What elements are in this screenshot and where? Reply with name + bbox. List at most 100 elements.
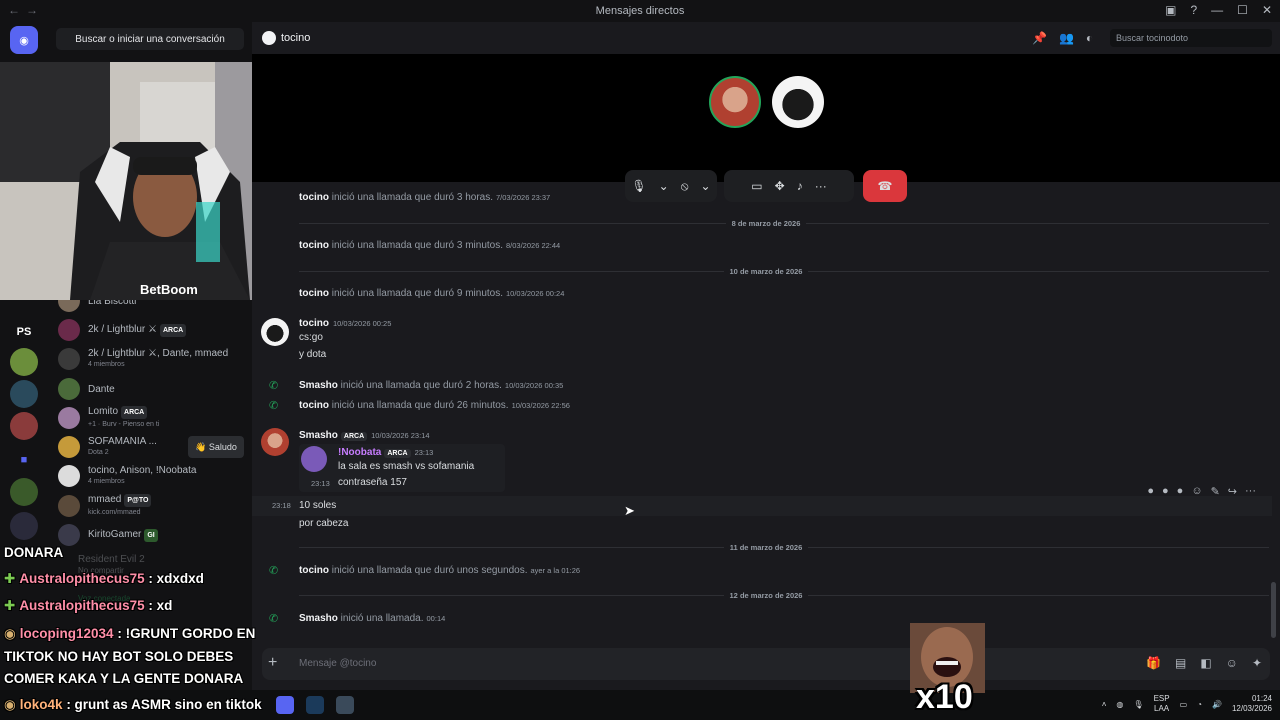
scrollbar[interactable] — [1271, 582, 1276, 638]
display-icon[interactable]: ▭ — [1180, 700, 1188, 709]
timestamp: 23:13 — [311, 479, 330, 488]
volume-icon[interactable]: 🔊 — [1212, 700, 1222, 709]
system-user[interactable]: tocino — [299, 400, 329, 411]
network-icon[interactable]: ◍ — [1116, 700, 1123, 709]
timestamp: 8/03/2026 22:44 — [506, 241, 561, 250]
system-user[interactable]: Smasho — [299, 380, 338, 391]
guild-icon[interactable] — [10, 512, 38, 540]
help-icon[interactable]: ? — [1190, 3, 1197, 17]
guild-tag: ARCA — [340, 432, 368, 441]
reaction-icon[interactable]: ● — [1147, 485, 1154, 498]
minimize-icon[interactable]: — — [1211, 3, 1223, 17]
steam-taskbar-icon[interactable] — [306, 696, 324, 714]
dm-item[interactable]: Dante — [54, 378, 244, 400]
chat-user: Australopithecus75 — [19, 598, 145, 613]
chat-user: locoping12034 — [19, 626, 114, 641]
guild-icon[interactable] — [10, 478, 38, 506]
stream-chat-overlay: DONARA ✚ Australopithecus75 : xdxdxd ✚ Aus… — [0, 540, 280, 690]
forwarded-message[interactable]: !Noobata ARCA 23:13 la sala es smash vs so… — [299, 444, 505, 492]
wifi-icon[interactable]: ◔ — [1197, 700, 1202, 709]
app-taskbar-icon[interactable] — [336, 696, 354, 714]
system-message: tocino inició una llamada que duró 3 min… — [299, 240, 560, 251]
dm-item[interactable]: tocino, Anison, !Noobata 4 miembros — [54, 465, 244, 487]
emoji-icon[interactable]: ☺ — [1226, 656, 1238, 670]
edit-icon[interactable]: ✎ — [1211, 485, 1220, 498]
system-user[interactable]: tocino — [299, 288, 329, 299]
channel-header: tocino 📌 👥 ◐ Buscar tocinodoto — [252, 22, 1280, 54]
dm-item[interactable]: Lomito ARCA +1 · Burv - Pienso en ti — [54, 406, 244, 429]
language-indicator[interactable]: ESP LAA — [1154, 694, 1170, 714]
avatar — [58, 348, 80, 370]
dm-item[interactable]: 2k / Lightblur ⚔, Dante, mmaed 4 miembros — [54, 348, 244, 370]
clock-time: 01:24 — [1251, 694, 1272, 703]
maximize-icon[interactable]: ☐ — [1237, 3, 1248, 17]
stream-emote-overlay: x10 — [910, 623, 985, 718]
window-title: Mensajes directos — [595, 5, 685, 17]
badge-icon: ◉ — [4, 626, 16, 641]
inbox-icon[interactable]: ▣ — [1165, 3, 1176, 17]
phone-call-icon: ✆ — [269, 400, 279, 412]
reply-text: contraseña 157 — [338, 477, 407, 488]
badge-icon: ✚ — [4, 598, 16, 613]
close-icon[interactable]: ✕ — [1262, 3, 1272, 17]
guild-ps[interactable]: PS — [10, 318, 38, 346]
dm-item[interactable]: mmaed P@TO kick.com/mmaed — [54, 494, 244, 517]
forward-icon[interactable]: ↪ — [1228, 485, 1237, 498]
system-message: Smasho inició una llamada que duró 2 hor… — [299, 380, 563, 391]
message-composer[interactable]: + Mensaje @tocino 🎁 ▤ ◧ ☺ ✦ — [262, 648, 1270, 680]
clock[interactable]: 01:24 12/03/2026 — [1232, 694, 1272, 714]
call-participant-avatar[interactable] — [772, 76, 824, 128]
phone-call-icon: ✆ — [269, 380, 279, 392]
author-name[interactable]: tocino — [299, 318, 329, 329]
folder-icon[interactable]: ■ — [10, 446, 38, 474]
author-name[interactable]: Smasho — [299, 430, 338, 441]
reply-text: la sala es smash vs sofamania — [338, 461, 475, 472]
system-user[interactable]: tocino — [299, 240, 329, 251]
chevron-up-icon[interactable]: ˄ — [1102, 700, 1107, 709]
user-profile-icon[interactable]: ◐ — [1086, 31, 1093, 45]
sticker-icon[interactable]: ◧ — [1200, 656, 1211, 670]
find-conversation-button[interactable]: Buscar o iniciar una conversación — [56, 28, 244, 50]
reply-author-name[interactable]: !Noobata — [338, 447, 381, 458]
date-label: 10 de marzo de 2026 — [723, 267, 809, 276]
avatar — [301, 446, 327, 472]
more-options-icon[interactable]: ··· — [1245, 485, 1256, 498]
guild-icon[interactable] — [10, 348, 38, 376]
message-action-bar: ● ● ● ☺ ✎ ↪ ··· — [1147, 485, 1256, 498]
dm-item[interactable]: SOFAMANIA ... Dota 2 👋 Saludo — [54, 436, 244, 458]
dm-item[interactable]: 2k / Lightblur ⚔ ARCA — [54, 319, 244, 341]
discord-taskbar-icon[interactable] — [276, 696, 294, 714]
chat-text: : !GRUNT GORDO EN — [113, 626, 256, 641]
dm-home-icon[interactable]: ◉ — [10, 26, 38, 54]
apps-icon[interactable]: ✦ — [1252, 656, 1262, 670]
channel-name[interactable]: tocino — [281, 32, 310, 44]
gif-icon[interactable]: ▤ — [1175, 656, 1186, 670]
avatar[interactable] — [261, 428, 289, 456]
search-input[interactable]: Buscar tocinodoto — [1110, 29, 1272, 47]
gift-icon[interactable]: 🎁 — [1146, 656, 1161, 670]
pin-icon[interactable]: 📌 — [1032, 31, 1047, 45]
system-text: inició una llamada que duró 3 minutos. — [329, 240, 503, 251]
guild-icon[interactable] — [10, 412, 38, 440]
chat-text: : xdxdxd — [144, 571, 204, 586]
avatar — [58, 495, 80, 517]
reaction-icon[interactable]: ● — [1162, 485, 1169, 498]
hovered-message-row[interactable]: 23:18 10 soles — [252, 496, 1272, 516]
chat-user: Australopithecus75 — [19, 571, 145, 586]
system-user[interactable]: Smasho — [299, 613, 338, 624]
system-user[interactable]: tocino — [299, 192, 329, 203]
add-reaction-icon[interactable]: ☺ — [1191, 485, 1202, 498]
wave-saludo-button[interactable]: 👋 Saludo — [188, 436, 244, 458]
guild-tag: ARCA — [384, 449, 411, 458]
microphone-icon[interactable]: 🎙 — [1133, 700, 1143, 709]
timestamp: 23:18 — [272, 501, 291, 510]
message-input[interactable]: Mensaje @tocino — [299, 658, 376, 669]
dm-sub: 4 miembros — [88, 361, 125, 368]
system-user[interactable]: tocino — [299, 565, 329, 576]
add-friends-icon[interactable]: 👥 — [1059, 31, 1074, 45]
date-divider: 12 de marzo de 2026 — [252, 591, 1280, 600]
avatar[interactable] — [261, 318, 289, 346]
guild-icon[interactable] — [10, 380, 38, 408]
call-participant-avatar[interactable] — [709, 76, 761, 128]
reaction-icon[interactable]: ● — [1177, 485, 1184, 498]
